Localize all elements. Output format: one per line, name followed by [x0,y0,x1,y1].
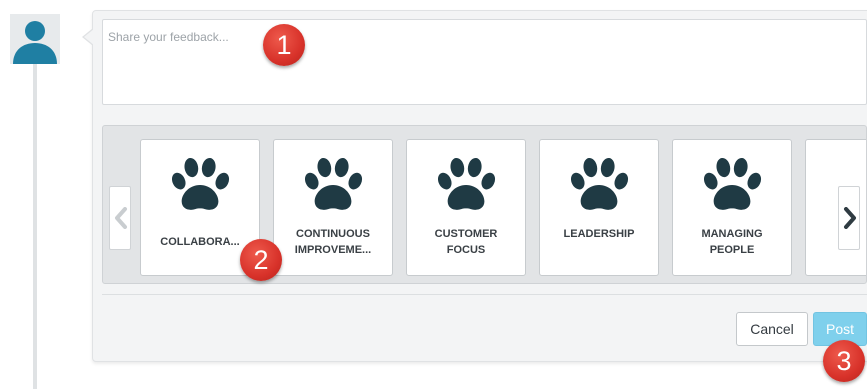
paw-icon [305,157,363,210]
paw-icon [571,157,629,210]
value-card-label: LEADERSHIP [563,228,635,240]
chevron-right-icon [844,207,856,229]
paw-icon [438,157,496,210]
value-card-leadership[interactable]: LEADERSHIP [539,139,659,276]
step-marker-3: 3 [823,340,865,382]
user-icon [13,21,57,64]
paw-icon [704,157,762,210]
value-card-label: COLLABORA... [160,236,240,248]
timeline-line [33,64,37,389]
feedback-input[interactable] [102,19,867,105]
values-carousel: COLLABORA... CONTINUOUS IMPROVEME... CUS… [102,125,867,284]
value-card-label: MANAGING PEOPLE [701,228,763,256]
value-card-label: CONTINUOUS IMPROVEME... [294,228,372,256]
feedback-page: COLLABORA... CONTINUOUS IMPROVEME... CUS… [0,0,867,389]
footer-divider [102,294,867,295]
avatar[interactable] [10,14,60,64]
panel-pointer-inner [84,29,94,45]
step-marker-2: 2 [240,239,282,281]
value-card-label: CUSTOMER FOCUS [434,228,498,256]
carousel-prev-button[interactable] [109,186,131,250]
paw-icon [172,157,230,210]
value-card-continuous-improvement[interactable]: CONTINUOUS IMPROVEME... [273,139,393,276]
step-marker-1: 1 [263,24,305,66]
value-card-customer-focus[interactable]: CUSTOMER FOCUS [406,139,526,276]
carousel-next-button[interactable] [838,186,860,250]
chevron-left-icon [115,207,127,229]
value-card-managing-people[interactable]: MANAGING PEOPLE [672,139,792,276]
cancel-button[interactable]: Cancel [736,312,808,346]
